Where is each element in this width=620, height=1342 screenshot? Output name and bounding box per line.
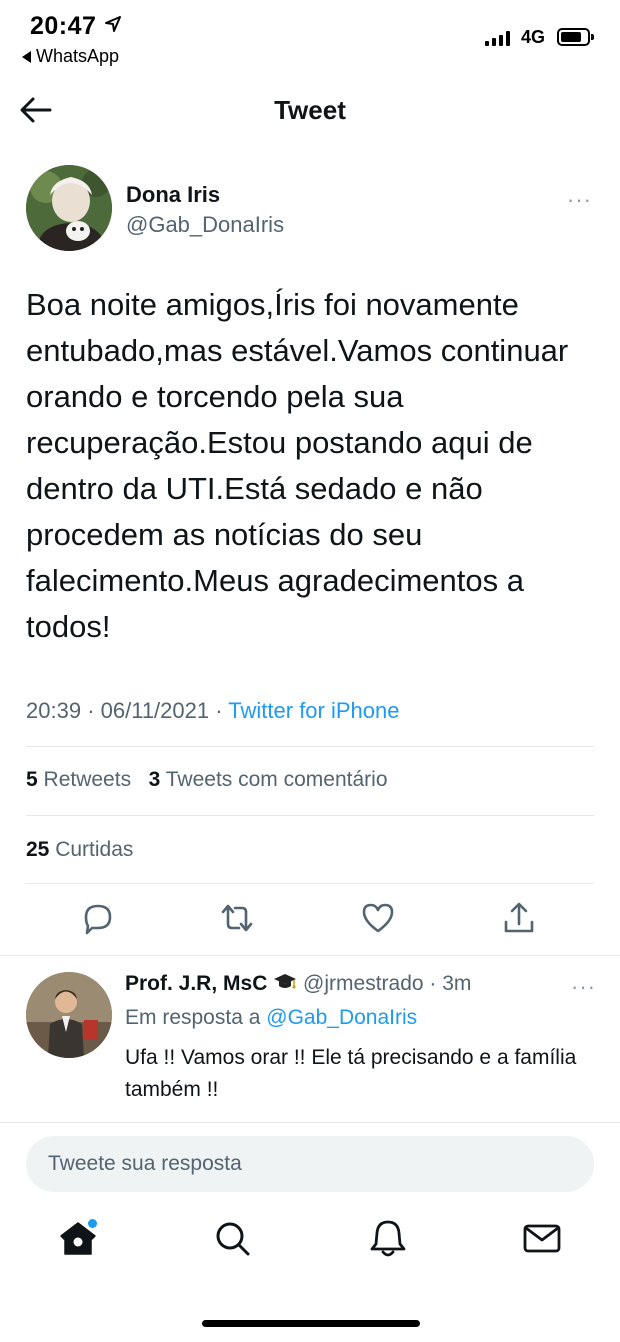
back-to-app-link[interactable]: WhatsApp (22, 46, 119, 67)
retweet-stats[interactable]: 5 Retweets 3 Tweets com comentário (26, 768, 388, 792)
reply-header: Prof. J.R, MsC @jrmestrado · 3m (125, 972, 471, 996)
tweet-time: 20:39 (26, 698, 82, 723)
reply-to-label: Em resposta a (125, 1006, 261, 1029)
quotes-count: 3 (148, 768, 161, 791)
meta-separator: · (87, 698, 101, 723)
likes-count: 25 (26, 838, 50, 861)
likes-stats[interactable]: 25 Curtidas (26, 838, 133, 862)
home-indicator[interactable] (202, 1320, 420, 1327)
author-name[interactable]: Dona Iris (126, 182, 220, 208)
divider (26, 883, 594, 884)
reply-more-options-icon[interactable]: ··· (571, 974, 596, 1000)
divider (26, 815, 594, 816)
home-notification-dot (88, 1219, 97, 1228)
reply-text: Ufa !! Vamos orar !! Ele tá precisando e… (125, 1046, 577, 1101)
reply-icon[interactable] (78, 898, 118, 938)
reply-author-name[interactable]: Prof. J.R, MsC (125, 972, 267, 995)
reply-avatar[interactable] (26, 972, 112, 1058)
notifications-icon[interactable] (366, 1216, 410, 1260)
reply-handle[interactable]: @jrmestrado (303, 972, 424, 995)
author-handle[interactable]: @Gab_DonaIris (126, 212, 284, 238)
tweet-date: 06/11/2021 (100, 698, 210, 723)
reply-separator: · (423, 972, 443, 995)
retweets-count: 5 (26, 768, 38, 791)
network-type: 4G (521, 27, 546, 47)
battery-icon (557, 28, 594, 46)
signal-strength-icon (485, 30, 510, 46)
search-icon[interactable] (210, 1216, 254, 1260)
reply-time: 3m (442, 972, 472, 995)
graduation-cap-icon (274, 974, 297, 989)
quotes-label: Tweets com comentário (165, 768, 388, 791)
reply-tweet[interactable]: Prof. J.R, MsC @jrmestrado · 3m ··· Em r… (26, 968, 598, 1118)
tweet-meta: 20:39 · 06/11/2021 · Twitter for iPhone (26, 698, 399, 724)
tweet-source-link[interactable]: Twitter for iPhone (228, 698, 399, 723)
reply-compose-input[interactable] (26, 1136, 594, 1192)
retweets-label: Retweets (43, 768, 132, 791)
reply-avatar-image (26, 972, 112, 1058)
section-separator (0, 1122, 620, 1123)
more-options-icon[interactable]: ··· (567, 187, 592, 213)
meta-separator: · (215, 698, 229, 723)
back-app-label: WhatsApp (36, 46, 120, 66)
like-icon[interactable] (358, 898, 398, 938)
header: Tweet (0, 82, 620, 138)
status-time: 20:47 (30, 12, 97, 40)
tweet-actions (0, 898, 620, 944)
likes-label: Curtidas (55, 838, 134, 861)
share-icon[interactable] (499, 898, 539, 938)
author-avatar[interactable] (26, 165, 112, 251)
reply-to: Em resposta a @Gab_DonaIris (125, 1006, 417, 1030)
location-arrow-icon (105, 16, 121, 32)
divider (26, 746, 594, 747)
tweet-author: Dona Iris @Gab_DonaIris ··· (26, 165, 594, 255)
status-bar: 20:47 WhatsApp 4G (0, 0, 620, 74)
tweet-text: Boa noite amigos,Íris foi novamente entu… (26, 287, 569, 644)
retweet-icon[interactable] (217, 898, 257, 938)
messages-icon[interactable] (520, 1216, 564, 1260)
reply-to-handle[interactable]: @Gab_DonaIris (266, 1006, 417, 1029)
section-separator (0, 955, 620, 956)
page-title: Tweet (274, 95, 346, 125)
back-triangle-icon (22, 50, 31, 63)
avatar-image (26, 165, 112, 251)
